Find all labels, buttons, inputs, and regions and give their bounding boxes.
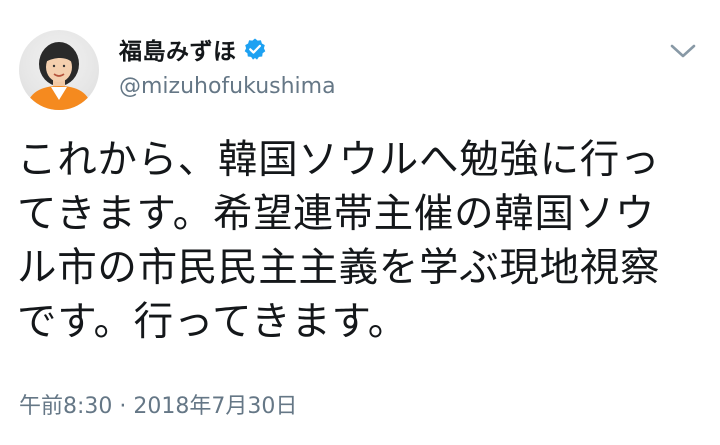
tweet-card: 福島みずほ @mizuhofukushima これから、韓国ソウルへ勉強に行っ …	[0, 0, 720, 445]
author-name-row: 福島みずほ	[119, 32, 267, 66]
tweet-timestamp[interactable]: 午前8:30 · 2018年7月30日	[19, 388, 297, 420]
user-handle[interactable]: @mizuhofukushima	[119, 74, 336, 99]
display-name[interactable]: 福島みずほ	[119, 32, 237, 66]
chevron-down-icon[interactable]	[668, 40, 698, 62]
avatar[interactable]	[19, 30, 99, 110]
tweet-text: これから、韓国ソウルへ勉強に行っ てきます。希望連帯主催の韓国ソウ ル市の市民民…	[17, 137, 661, 345]
avatar-image	[25, 42, 93, 110]
verified-badge-icon	[243, 37, 267, 61]
